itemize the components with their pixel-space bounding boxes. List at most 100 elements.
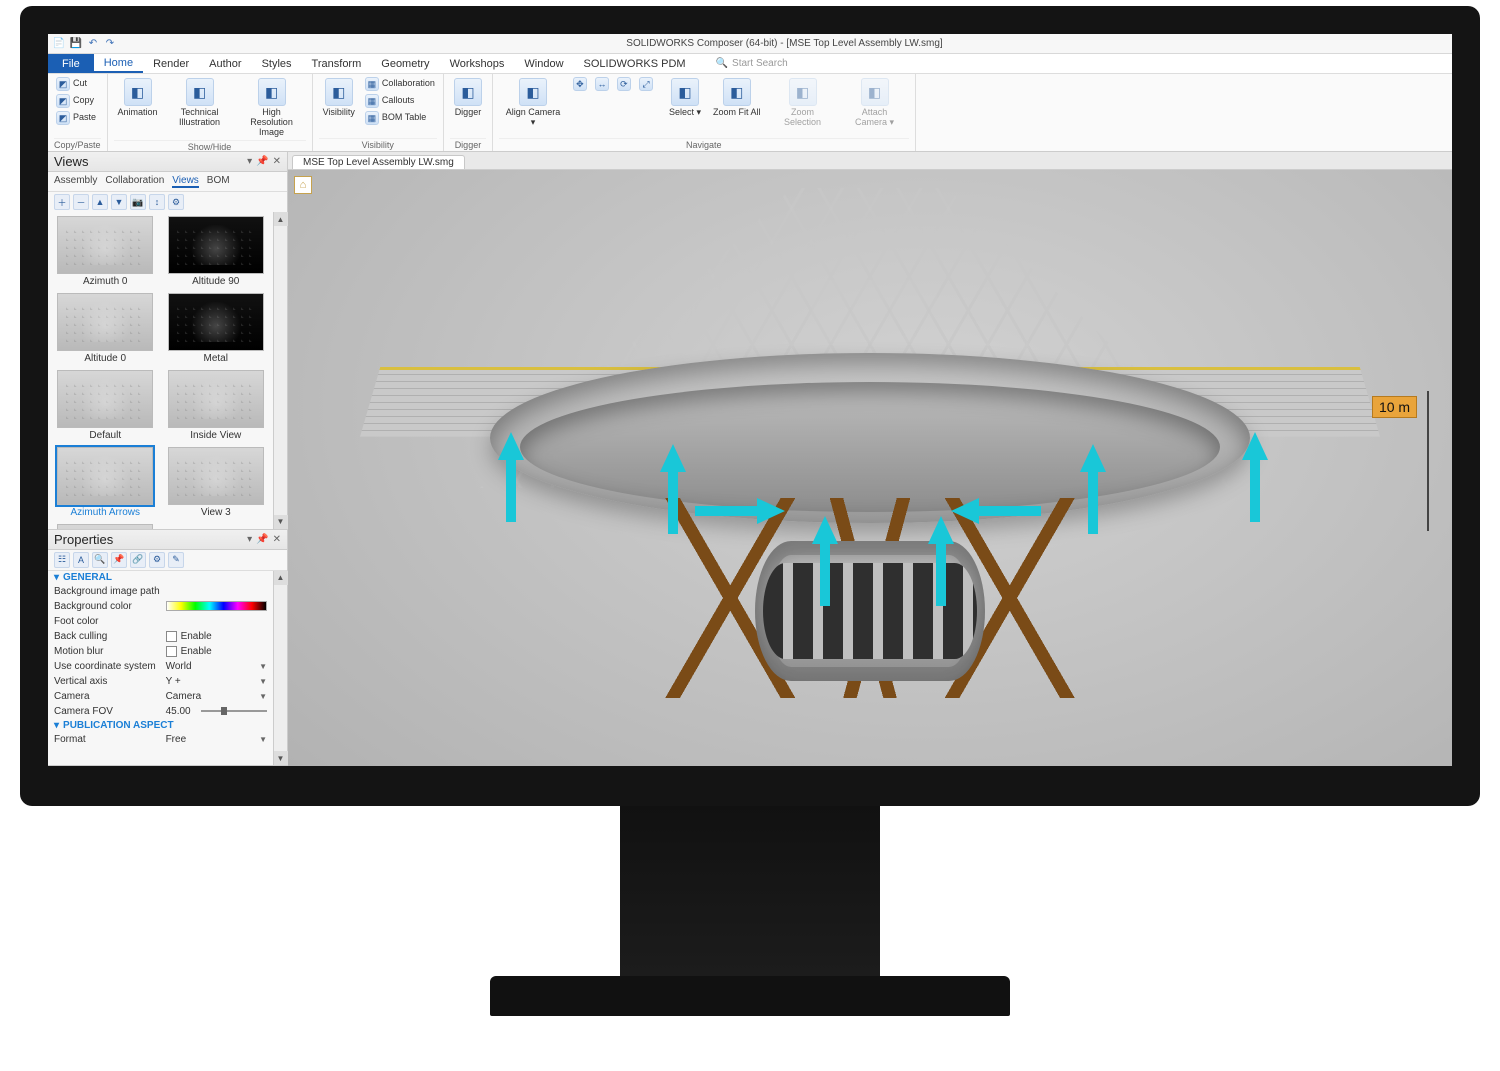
nav-tool-icon[interactable]: ✥: [571, 76, 589, 92]
redo-icon[interactable]: ↷: [103, 37, 117, 51]
property-row[interactable]: Vertical axisY +▼: [48, 674, 273, 689]
menu-workshops[interactable]: Workshops: [440, 54, 515, 73]
property-value[interactable]: Free▼: [166, 734, 267, 745]
viewport-3d[interactable]: ⌂: [288, 170, 1452, 766]
views-tool-sort-icon[interactable]: ↕: [149, 194, 165, 210]
menu-author[interactable]: Author: [199, 54, 251, 73]
props-tool-az-icon[interactable]: A: [73, 552, 89, 568]
property-row[interactable]: Camera FOV45.00: [48, 704, 273, 719]
props-tool-srch-icon[interactable]: 🔍: [92, 552, 108, 568]
view-thumbnail[interactable]: Azimuth Arrows: [54, 447, 157, 518]
view-thumbnail[interactable]: Default: [54, 370, 157, 441]
view-thumbnail[interactable]: View 3: [165, 447, 268, 518]
nav-tool-icon[interactable]: ⟳: [615, 76, 633, 92]
property-row[interactable]: CameraCamera▼: [48, 689, 273, 704]
props-tool-edit-icon[interactable]: ✎: [168, 552, 184, 568]
slider[interactable]: [201, 710, 267, 712]
ribbon-select-[interactable]: ◧Select ▾: [665, 76, 705, 120]
property-group-header[interactable]: ▾PUBLICATION ASPECT: [48, 719, 273, 732]
property-row[interactable]: Back cullingEnable: [48, 629, 273, 644]
property-value[interactable]: Camera▼: [166, 691, 267, 702]
property-row[interactable]: FormatFree▼: [48, 732, 273, 747]
views-scrollbar[interactable]: ▲ ▼: [273, 212, 287, 529]
panel-close-icon[interactable]: ✕: [273, 534, 281, 545]
scroll-up-icon[interactable]: ▲: [274, 212, 288, 226]
property-value[interactable]: Enable: [166, 646, 267, 657]
ribbon-bom-table[interactable]: ▦BOM Table: [363, 110, 437, 126]
menu-transform[interactable]: Transform: [302, 54, 372, 73]
props-tool-link-icon[interactable]: 🔗: [130, 552, 146, 568]
views-tab-bom[interactable]: BOM: [207, 175, 230, 188]
props-tool-cat-icon[interactable]: ☷: [54, 552, 70, 568]
views-tab-collaboration[interactable]: Collaboration: [105, 175, 164, 188]
scroll-down-icon[interactable]: ▼: [274, 515, 288, 529]
menu-styles[interactable]: Styles: [252, 54, 302, 73]
view-thumbnail[interactable]: Azimuth 0: [54, 216, 157, 287]
properties-scrollbar[interactable]: ▲ ▼: [273, 571, 287, 765]
nav-tool-icon[interactable]: ↔: [593, 76, 611, 92]
views-tool-up-icon[interactable]: ▲: [92, 194, 108, 210]
panel-options-icon[interactable]: ▾: [247, 156, 252, 167]
props-tool-cfg-icon[interactable]: ⚙: [149, 552, 165, 568]
views-tool-add-icon[interactable]: ＋: [54, 194, 70, 210]
menu-window[interactable]: Window: [514, 54, 573, 73]
view-thumbnail[interactable]: View 4: [54, 524, 157, 529]
view-thumbnail[interactable]: Altitude 90: [165, 216, 268, 287]
property-row[interactable]: Motion blurEnable: [48, 644, 273, 659]
ribbon-align-camera-[interactable]: ◧Align Camera ▾: [499, 76, 567, 130]
property-value[interactable]: Y +▼: [166, 676, 267, 687]
properties-panel-header[interactable]: Properties ▾ 📌 ✕: [48, 530, 287, 550]
property-value[interactable]: 45.00: [166, 706, 267, 717]
undo-icon[interactable]: ↶: [86, 37, 100, 51]
scroll-up-icon[interactable]: ▲: [274, 571, 288, 585]
menu-solidworks-pdm[interactable]: SOLIDWORKS PDM: [574, 54, 696, 73]
property-row[interactable]: Background image path: [48, 584, 273, 599]
nav-tool-icon[interactable]: ⤢: [637, 76, 655, 92]
search-box[interactable]: 🔍 Start Search: [716, 54, 788, 73]
ribbon-visibility[interactable]: ◧Visibility: [319, 76, 359, 120]
views-tab-assembly[interactable]: Assembly: [54, 175, 97, 188]
checkbox[interactable]: [166, 631, 177, 642]
views-tool-cfg-icon[interactable]: ⚙: [168, 194, 184, 210]
new-icon[interactable]: 📄: [52, 37, 66, 51]
menu-geometry[interactable]: Geometry: [371, 54, 439, 73]
checkbox[interactable]: [166, 646, 177, 657]
ribbon-high-resolution-image[interactable]: ◧High Resolution Image: [238, 76, 306, 140]
panel-pin-icon[interactable]: 📌: [256, 534, 268, 545]
panel-pin-icon[interactable]: 📌: [256, 156, 268, 167]
save-icon[interactable]: 💾: [69, 37, 83, 51]
file-menu[interactable]: File: [48, 54, 94, 73]
view-thumbnail[interactable]: Metal: [165, 293, 268, 364]
color-swatch[interactable]: [166, 601, 267, 611]
panel-close-icon[interactable]: ✕: [273, 156, 281, 167]
property-row[interactable]: Use coordinate systemWorld▼: [48, 659, 273, 674]
property-row[interactable]: Foot color: [48, 614, 273, 629]
panel-options-icon[interactable]: ▾: [247, 534, 252, 545]
ribbon-copy[interactable]: ◩Copy: [54, 93, 98, 109]
ribbon-collaboration[interactable]: ▦Collaboration: [363, 76, 437, 92]
view-thumbnail[interactable]: Altitude 0: [54, 293, 157, 364]
ribbon-cut[interactable]: ◩Cut: [54, 76, 98, 92]
property-value[interactable]: Enable: [166, 631, 267, 642]
scroll-down-icon[interactable]: ▼: [274, 751, 288, 765]
views-tab-views[interactable]: Views: [172, 175, 199, 188]
view-thumbnail[interactable]: Inside View: [165, 370, 268, 441]
ribbon-digger[interactable]: ◧Digger: [450, 76, 486, 120]
ribbon-animation[interactable]: ◧Animation: [114, 76, 162, 120]
views-tool-cam-icon[interactable]: 📷: [130, 194, 146, 210]
views-panel-header[interactable]: Views ▾ 📌 ✕: [48, 152, 287, 172]
ribbon-technical-illustration[interactable]: ◧Technical Illustration: [166, 76, 234, 130]
property-group-header[interactable]: ▾GENERAL: [48, 571, 273, 584]
ribbon-paste[interactable]: ◩Paste: [54, 110, 98, 126]
ribbon-callouts[interactable]: ▦Callouts: [363, 93, 437, 109]
views-tool-dn-icon[interactable]: ▼: [111, 194, 127, 210]
property-value[interactable]: World▼: [166, 661, 267, 672]
views-tool-del-icon[interactable]: －: [73, 194, 89, 210]
menu-render[interactable]: Render: [143, 54, 199, 73]
ribbon-zoom-fit-all[interactable]: ◧Zoom Fit All: [709, 76, 765, 120]
props-tool-pin-icon[interactable]: 📌: [111, 552, 127, 568]
menu-home[interactable]: Home: [94, 54, 143, 73]
property-row[interactable]: Background color: [48, 599, 273, 614]
document-tab[interactable]: MSE Top Level Assembly LW.smg: [292, 155, 465, 169]
property-value[interactable]: [166, 601, 267, 611]
